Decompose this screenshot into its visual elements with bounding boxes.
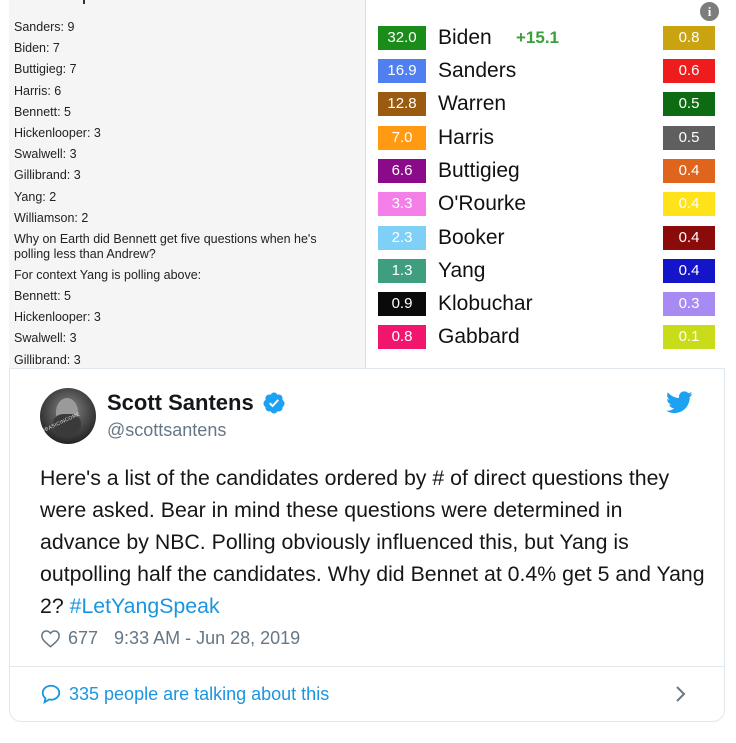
odds-value: 0.1 bbox=[663, 325, 715, 349]
question-count-line: Why on Earth did Bennett get five questi… bbox=[14, 231, 317, 261]
candidate-name: Biden bbox=[438, 26, 492, 49]
hashtag-link[interactable]: #LetYangSpeak bbox=[70, 594, 220, 618]
question-count-line: For context Yang is polling above: bbox=[14, 267, 202, 282]
verified-badge-icon bbox=[263, 392, 285, 414]
question-count-line: Yang: 2 bbox=[14, 189, 57, 204]
footer-divider bbox=[9, 666, 725, 667]
poll-percent: 0.8 bbox=[378, 325, 426, 349]
odds-value: 0.4 bbox=[663, 192, 715, 216]
poll-percent: 32.0 bbox=[378, 26, 426, 50]
question-count-line: Swalwell: 3 bbox=[14, 147, 77, 162]
question-count-line: Bennett: 5 bbox=[14, 104, 71, 119]
talking-link[interactable]: 335 people are talking about this bbox=[40, 681, 329, 707]
poll-percent: 3.3 bbox=[378, 192, 426, 216]
timestamp[interactable]: 9:33 AM - Jun 28, 2019 bbox=[114, 628, 300, 649]
poll-percent: 1.3 bbox=[378, 259, 426, 283]
poll-percent: 7.0 bbox=[378, 126, 426, 150]
question-count-line: Bennett: 5 bbox=[14, 289, 71, 304]
info-icon[interactable]: i bbox=[698, 0, 721, 23]
odds-value: 0.5 bbox=[663, 126, 715, 150]
question-count-line: Harris: 6 bbox=[14, 83, 62, 98]
question-count-line: Sanders: 9 bbox=[14, 20, 75, 34]
heart-outline-icon[interactable] bbox=[40, 629, 61, 648]
poll-percent: 0.9 bbox=[378, 292, 426, 316]
poll-percent: 12.8 bbox=[378, 92, 426, 116]
poll-row: 16.9 Sanders 0.6 bbox=[366, 57, 725, 85]
candidate-name: Buttigieg bbox=[438, 159, 520, 182]
tweet-meta: 677 9:33 AM - Jun 28, 2019 bbox=[40, 625, 300, 651]
candidate-name: Harris bbox=[438, 126, 494, 149]
poll-row: 12.8 Warren 0.5 bbox=[366, 90, 725, 118]
candidate-name: Warren bbox=[438, 92, 507, 115]
odds-value: 0.8 bbox=[663, 26, 715, 50]
talking-label: 335 people are talking about this bbox=[69, 683, 330, 704]
odds-value: 0.5 bbox=[663, 92, 715, 116]
author-handle[interactable]: @scottsantens bbox=[107, 420, 226, 441]
question-count-screenshot: Sanders: 9 Biden: 7 Buttigieg: 7 Harris: 6 B… bbox=[9, 0, 366, 368]
odds-value: 0.6 bbox=[663, 59, 715, 83]
polling-table-screenshot: 32.0 Biden +15.1 0.8 16.9 Sanders 0.6 12.8 Warre… bbox=[366, 0, 725, 368]
poll-delta: +15.1 bbox=[516, 28, 560, 47]
question-count-line: Buttigieg: 7 bbox=[14, 62, 77, 77]
question-count-line: Biden: 7 bbox=[14, 41, 60, 56]
question-count-line: Williamson: 2 bbox=[14, 210, 89, 225]
question-count-line: Gillibrand: 3 bbox=[14, 352, 81, 367]
candidate-name: Klobuchar bbox=[438, 292, 533, 315]
odds-value: 0.4 bbox=[663, 226, 715, 250]
candidate-name: Gabbard bbox=[438, 325, 520, 348]
odds-value: 0.4 bbox=[663, 259, 715, 283]
question-count-line: Hickenlooper: 3 bbox=[14, 310, 101, 325]
question-count-line: Hickenlooper: 3 bbox=[14, 125, 101, 140]
tweet-text: Here's a list of the candidates ordered … bbox=[40, 462, 708, 622]
poll-percent: 2.3 bbox=[378, 226, 426, 250]
tweet-media[interactable]: Sanders: 9 Biden: 7 Buttigieg: 7 Harris: 6 B… bbox=[9, 0, 725, 369]
question-count-line: Gillibrand: 3 bbox=[14, 168, 81, 183]
candidate-name: Yang bbox=[438, 259, 486, 282]
odds-value: 0.3 bbox=[663, 292, 715, 316]
poll-row: 6.6 Buttigieg 0.4 bbox=[366, 157, 725, 185]
like-count[interactable]: 677 bbox=[68, 628, 98, 649]
poll-percent: 16.9 bbox=[378, 59, 426, 83]
author-display-name[interactable]: Scott Santens bbox=[107, 390, 254, 416]
poll-percent: 6.6 bbox=[378, 159, 426, 183]
candidate-name: Booker bbox=[438, 226, 505, 249]
question-count-list: Sanders: 9 Biden: 7 Buttigieg: 7 Harris: 6 B… bbox=[14, 20, 359, 368]
poll-row: 32.0 Biden +15.1 0.8 bbox=[366, 24, 725, 52]
poll-row: 2.3 Booker 0.4 bbox=[366, 224, 725, 252]
candidate-name: O'Rourke bbox=[438, 192, 527, 215]
poll-row: 1.3 Yang 0.4 bbox=[366, 257, 725, 285]
poll-row: 0.9 Klobuchar 0.3 bbox=[366, 290, 725, 318]
cropped-glyph bbox=[83, 0, 85, 4]
chevron-right-icon[interactable] bbox=[674, 684, 688, 704]
speech-bubble-icon bbox=[41, 684, 61, 705]
odds-value: 0.4 bbox=[663, 159, 715, 183]
poll-row: 3.3 O'Rourke 0.4 bbox=[366, 190, 725, 218]
avatar[interactable]: #BASICINCOME bbox=[40, 388, 96, 444]
poll-row: 7.0 Harris 0.5 bbox=[366, 124, 725, 152]
poll-row: 0.8 Gabbard 0.1 bbox=[366, 323, 725, 351]
candidate-name: Sanders bbox=[438, 59, 517, 82]
question-count-line: Swalwell: 3 bbox=[14, 331, 77, 346]
twitter-bird-icon[interactable] bbox=[666, 391, 693, 414]
